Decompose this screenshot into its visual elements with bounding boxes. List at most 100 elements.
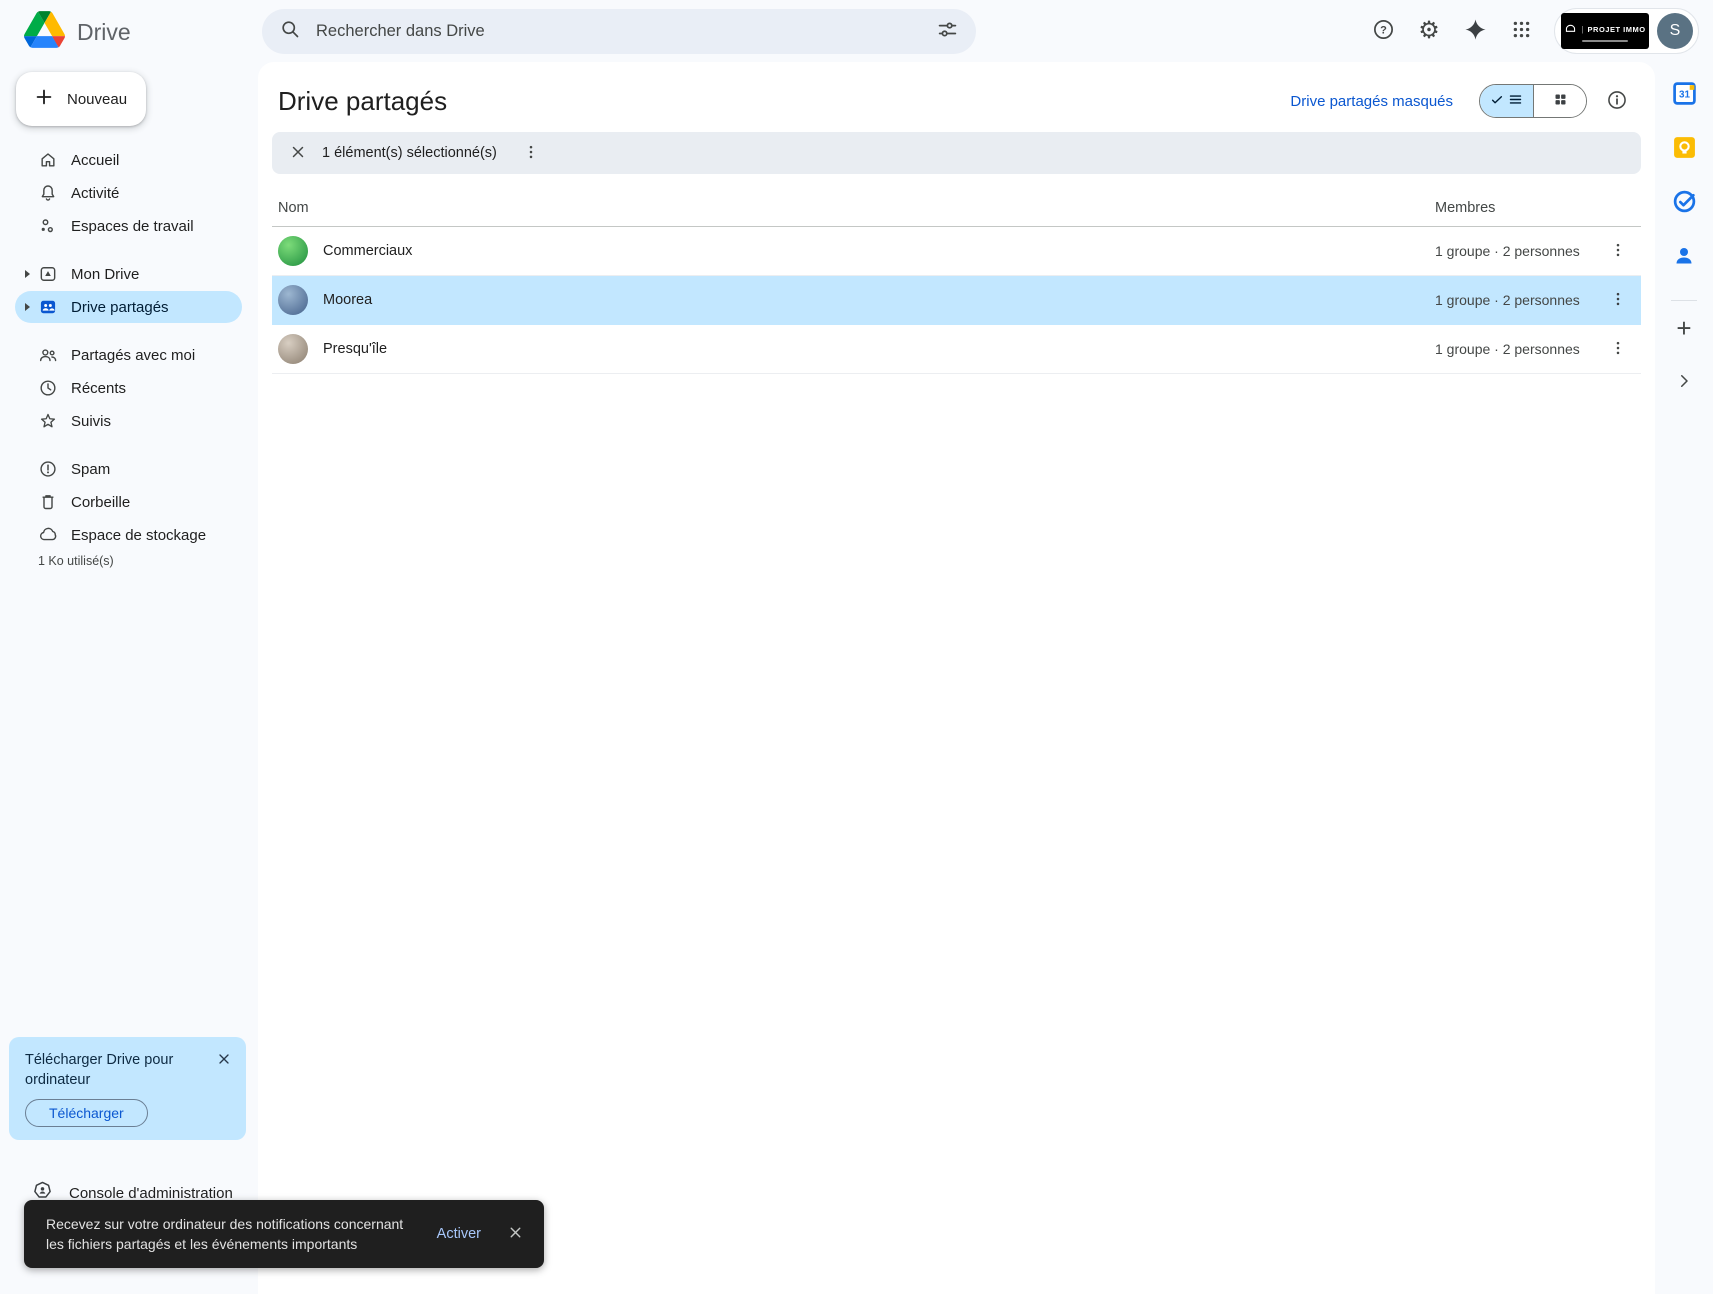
keep-button[interactable] [1671,136,1697,162]
toast-close-button[interactable] [501,1218,530,1250]
list-view-button[interactable] [1480,85,1533,117]
sidebar-item-label: Partagés avec moi [71,346,196,364]
sidebar-item-recents[interactable]: Récents [15,372,242,404]
storage-used-text: 1 Ko utilisé(s) [38,554,114,568]
sidebar-item-label: Drive partagés [71,298,169,316]
clock-icon [38,378,58,398]
chevron-right-icon [1675,372,1693,393]
grid-view-button[interactable] [1533,85,1586,117]
main-header: Drive partagés Drive partagés masqués [272,62,1641,122]
star-icon [38,411,58,431]
sidebar-item-spam[interactable]: Spam [15,453,242,485]
check-icon [1490,93,1504,110]
details-button[interactable] [1599,83,1635,119]
org-logo-text: PROJET IMMO [1587,24,1646,34]
row-more-button[interactable] [1602,284,1634,316]
collapse-panel-button[interactable] [1671,369,1697,395]
selection-bar: 1 élément(s) sélectionné(s) [272,132,1641,174]
row-more-button[interactable] [1602,333,1634,365]
clear-selection-button[interactable] [282,137,314,169]
app-title: Drive [77,18,131,45]
selection-count-text: 1 élément(s) sélectionné(s) [322,145,497,161]
workspaces-icon [38,216,58,236]
bell-icon [38,183,58,203]
sidebar-item-partages-avec-moi[interactable]: Partagés avec moi [15,339,242,371]
kebab-icon [1609,339,1627,360]
toast-activate-button[interactable]: Activer [431,1218,487,1250]
add-panel-app-button[interactable]: + [1671,312,1697,343]
org-house-icon [1564,20,1577,38]
new-button[interactable]: Nouveau [16,72,146,126]
expand-arrow-icon[interactable] [25,303,30,311]
sidebar-item-label: Corbeille [71,493,131,511]
search-filter-icon[interactable] [937,19,958,45]
drive-members: 1 groupe · 2 personnes [1435,243,1580,259]
contacts-icon [1672,244,1696,271]
svg-text:31: 31 [1679,90,1690,101]
gemini-button[interactable] [1454,10,1496,52]
search-icon[interactable] [280,19,300,44]
sidebar-item-suivis[interactable]: Suivis [15,405,242,437]
sidebar-item-label: Espace de stockage [71,526,207,544]
help-button[interactable]: ? [1362,10,1404,52]
main-content: Drive partagés Drive partagés masqués 1 … [258,62,1655,1294]
table-row[interactable]: Commerciaux 1 groupe · 2 personnes [272,227,1641,276]
drive-members: 1 groupe · 2 personnes [1435,292,1580,308]
column-header-nom[interactable]: Nom [278,200,1435,216]
download-button[interactable]: Télécharger [25,1099,148,1127]
info-icon [1606,89,1628,114]
plus-icon [33,86,55,112]
sparkle-icon [1464,18,1487,44]
drive-name: Commerciaux [323,243,413,259]
org-logo-subline [1582,40,1628,42]
kebab-icon [1609,241,1627,262]
gear-icon: ⚙ [1418,17,1440,44]
trash-icon [38,492,58,512]
tasks-button[interactable] [1671,190,1697,216]
sidebar-item-espace-de-stockage[interactable]: Espace de stockage [15,519,242,551]
shared-drives-table: Nom Membres Commerciaux 1 groupe · 2 per… [272,190,1641,374]
drive-logo-icon [24,11,65,53]
promo-title: Télécharger Drive pour ordinateur [25,1052,174,1088]
drive-app: Drive ? ⚙ [0,0,1713,1294]
help-icon: ? [1372,18,1395,44]
close-icon [507,1224,524,1244]
promo-close-button[interactable] [212,1048,236,1072]
new-button-label: Nouveau [67,90,128,108]
shared-drives-icon [38,297,58,317]
user-avatar[interactable]: S [1657,13,1693,49]
drive-name: Presqu'île [323,341,388,357]
close-icon [216,1051,232,1070]
account-pill[interactable]: | PROJET IMMO S [1554,8,1699,54]
expand-arrow-icon[interactable] [25,270,30,278]
settings-button[interactable]: ⚙ [1408,10,1450,52]
contacts-button[interactable] [1671,244,1697,270]
search-input[interactable] [314,21,923,42]
sidebar-item-corbeille[interactable]: Corbeille [15,486,242,518]
sidebar-item-mon-drive[interactable]: Mon Drive [15,258,242,290]
drive-theme-avatar [278,334,308,364]
sidebar-item-espaces-de-travail[interactable]: Espaces de travail [15,210,242,242]
hidden-shared-drives-link[interactable]: Drive partagés masqués [1290,93,1453,110]
notification-toast: Recevez sur votre ordinateur des notific… [24,1200,544,1268]
view-toggle [1479,84,1587,118]
apps-grid-button[interactable] [1500,10,1542,52]
table-row[interactable]: Presqu'île 1 groupe · 2 personnes [272,325,1641,374]
download-drive-promo: Télécharger Drive pour ordinateur Téléch… [9,1037,246,1140]
calendar-button[interactable]: 31 [1671,82,1697,108]
search-bar[interactable] [262,9,976,54]
sidebar-item-accueil[interactable]: Accueil [15,144,242,176]
table-header: Nom Membres [272,190,1641,227]
selection-more-button[interactable] [515,137,547,169]
plus-icon: + [1676,312,1692,343]
top-actions: ? ⚙ | PROJET IMMO S [1362,8,1699,54]
org-logo: | PROJET IMMO [1561,13,1649,49]
row-more-button[interactable] [1602,235,1634,267]
sidebar-item-drive-partages[interactable]: Drive partagés [15,291,242,323]
side-panel-rail: 31 + [1655,62,1713,1294]
table-row[interactable]: Moorea 1 groupe · 2 personnes [272,276,1641,325]
sidebar-item-label: Espaces de travail [71,217,194,235]
sidebar-item-activite[interactable]: Activité [15,177,242,209]
drive-home-link[interactable]: Drive [24,11,131,53]
page-title: Drive partagés [278,85,448,116]
